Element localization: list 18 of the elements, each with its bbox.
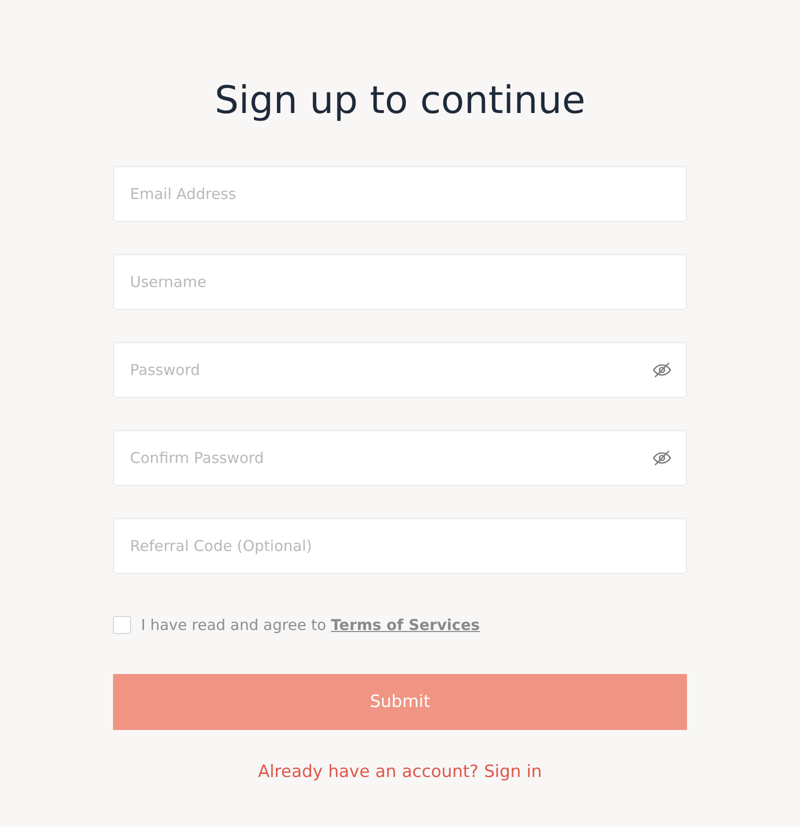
text-input[interactable]: Confirm Password [128, 448, 652, 468]
input-field[interactable]: Confirm Password [113, 430, 687, 486]
input-field[interactable]: Password [113, 342, 687, 398]
input-field[interactable]: Username [113, 254, 687, 310]
page-title: Sign up to continue [214, 77, 586, 124]
checkbox[interactable] [113, 616, 131, 634]
text-input[interactable]: Username [128, 272, 672, 292]
input-field[interactable]: Email Address [113, 166, 687, 222]
text-input[interactable]: Password [128, 360, 652, 380]
eye-off-icon[interactable] [652, 448, 672, 468]
submit-button[interactable]: Submit [113, 674, 687, 730]
eye-off-icon[interactable] [652, 360, 672, 380]
sign-in-link[interactable]: Already have an account? Sign in [258, 762, 542, 782]
text-input[interactable]: Email Address [128, 184, 672, 204]
input-field[interactable]: Referral Code (Optional) [113, 518, 687, 574]
agreement-text: I have read and agree to Terms of Services [141, 616, 480, 634]
terms-link[interactable]: Terms of Services [330, 616, 480, 634]
text-input[interactable]: Referral Code (Optional) [128, 536, 672, 556]
